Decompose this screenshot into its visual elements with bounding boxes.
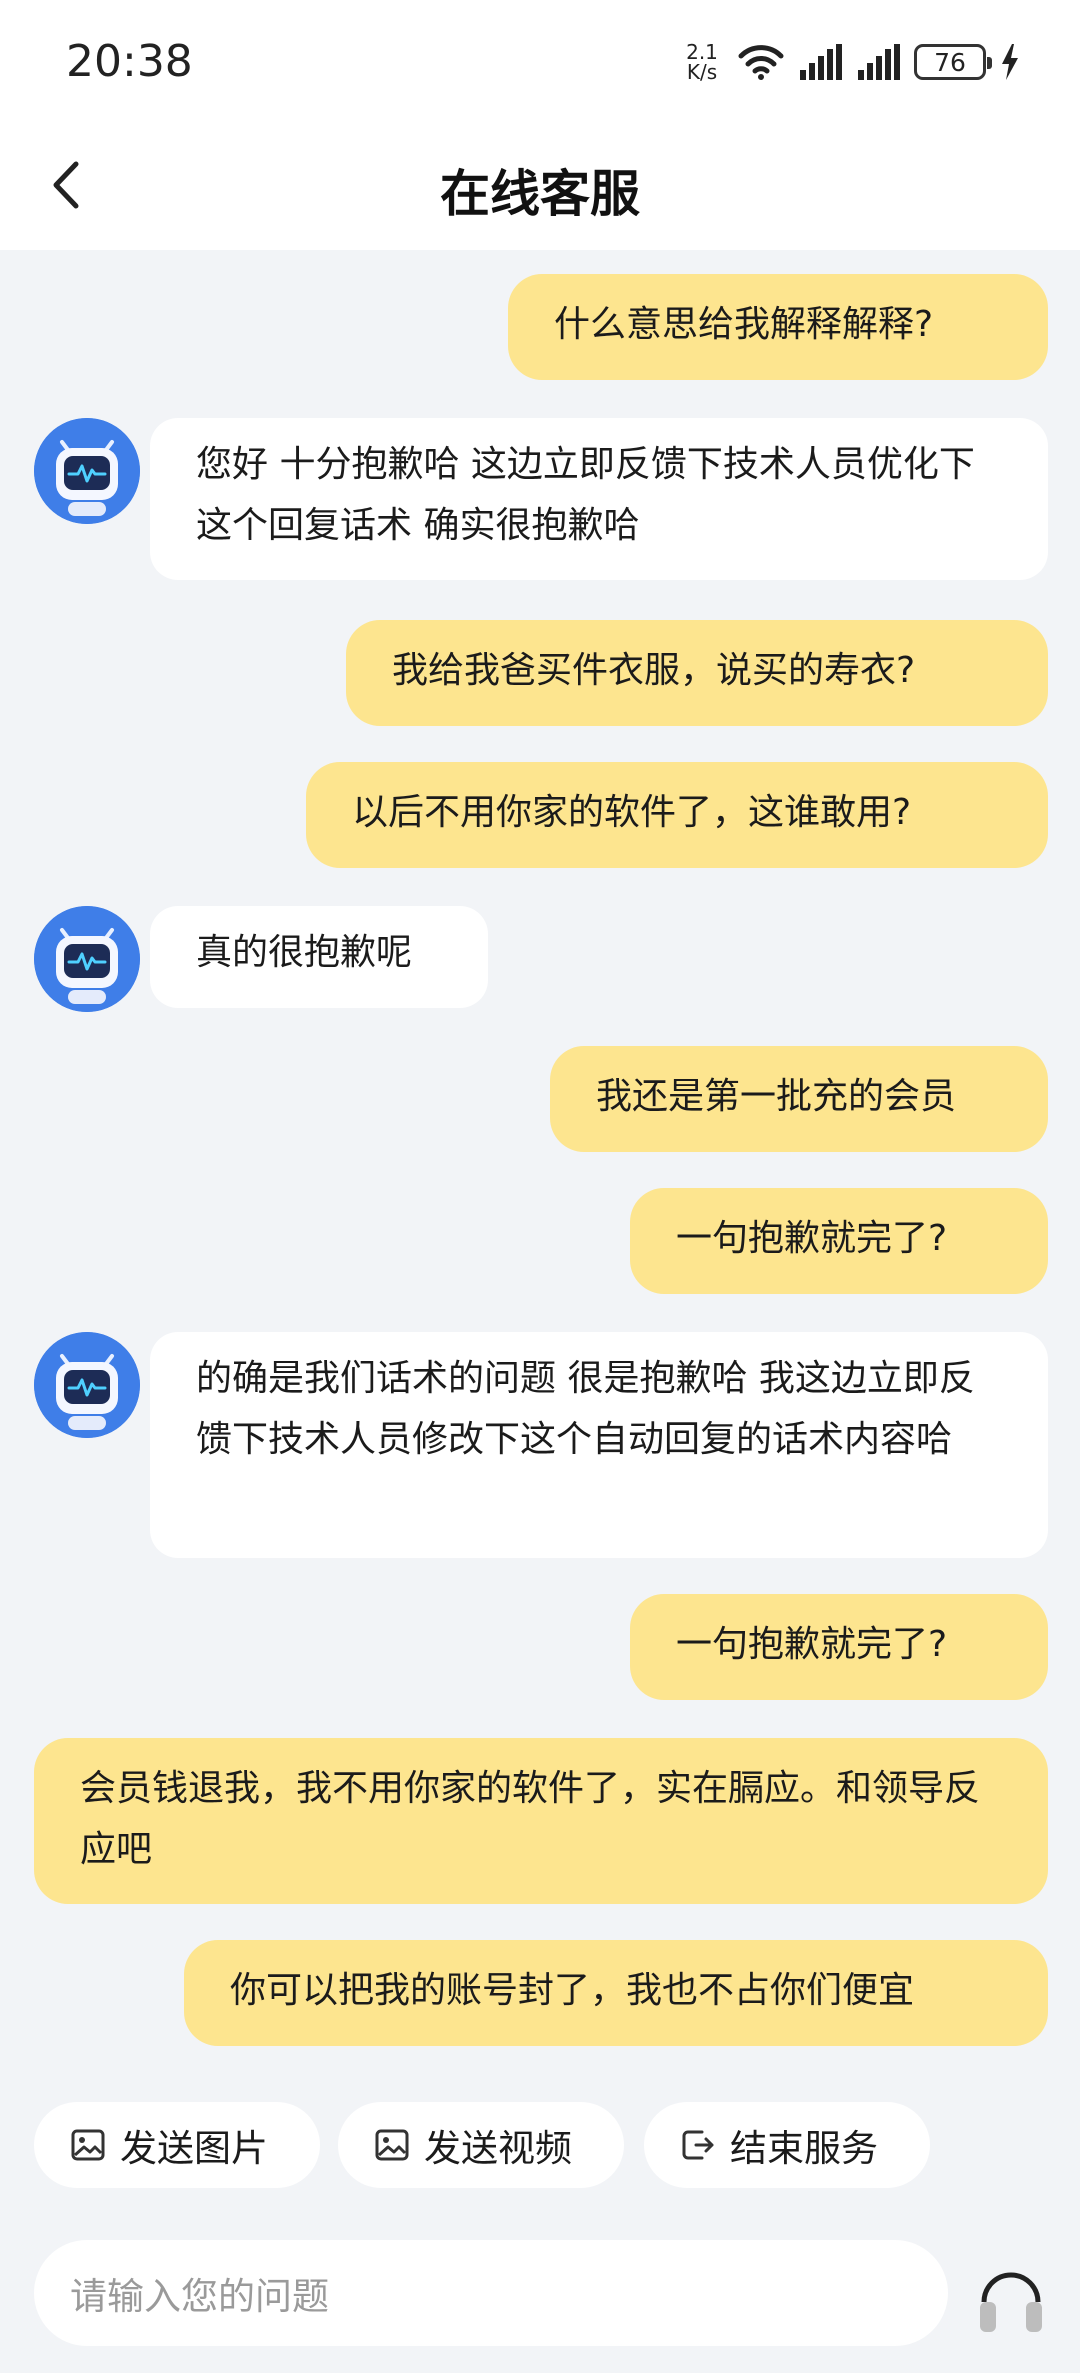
question-input[interactable]: 请输入您的问题 (34, 2240, 948, 2346)
bot-avatar (34, 906, 140, 1012)
user-message: 会员钱退我，我不用你家的软件了，实在膈应。和领导反应吧 (34, 1738, 1048, 1904)
end-service-label: 结束服务 (730, 2127, 878, 2170)
user-message: 一句抱歉就完了? (630, 1188, 1048, 1294)
wifi-icon (738, 45, 784, 80)
charging-icon (1002, 44, 1018, 80)
send-image-label: 发送图片 (120, 2127, 268, 2170)
robot-icon (34, 906, 140, 1012)
user-message: 什么意思给我解释解释? (508, 274, 1048, 380)
status-icons: 2.1 K/s 76 (680, 38, 1020, 86)
image-icon (71, 2129, 105, 2161)
robot-icon (34, 1332, 140, 1438)
exit-icon (682, 2130, 714, 2160)
page-title: 在线客服 (440, 165, 640, 223)
user-message: 以后不用你家的软件了，这谁敢用? (306, 762, 1048, 868)
bot-message: 的确是我们话术的问题 很是抱歉哈 我这边立即反馈下技术人员修改下这个自动回复的话… (150, 1332, 1048, 1558)
header: 在线客服 (0, 120, 1080, 250)
network-speed: 2.1 K/s (680, 42, 724, 82)
bot-avatar (34, 418, 140, 524)
battery-indicator: 76 (914, 44, 992, 80)
send-image-button[interactable]: 发送图片 (34, 2102, 320, 2188)
send-video-button[interactable]: 发送视频 (338, 2102, 624, 2188)
user-message: 我还是第一批充的会员 (550, 1046, 1048, 1152)
network-speed-value: 2.1 (686, 40, 718, 64)
status-bar: 20:38 2.1 K/s 76 (0, 0, 1080, 120)
signal-icon (800, 44, 842, 80)
bot-message: 您好 十分抱歉哈 这边立即反馈下技术人员优化下这个回复话术 确实很抱歉哈 (150, 418, 1048, 580)
input-placeholder: 请输入您的问题 (70, 2275, 329, 2318)
network-speed-unit: K/s (686, 60, 718, 84)
voice-button[interactable] (976, 2258, 1046, 2344)
user-message: 一句抱歉就完了? (630, 1594, 1048, 1700)
bot-message: 真的很抱歉呢 (150, 906, 488, 1008)
status-time: 20:38 (66, 36, 193, 87)
headset-icon (980, 2272, 1042, 2332)
user-message: 你可以把我的账号封了，我也不占你们便宜 (184, 1940, 1048, 2046)
end-service-button[interactable]: 结束服务 (644, 2102, 930, 2188)
bot-avatar (34, 1332, 140, 1438)
signal-icon-2 (858, 44, 900, 80)
send-video-label: 发送视频 (424, 2127, 572, 2170)
user-message: 我给我爸买件衣服，说买的寿衣? (346, 620, 1048, 726)
image-icon (375, 2129, 409, 2161)
robot-icon (34, 418, 140, 524)
